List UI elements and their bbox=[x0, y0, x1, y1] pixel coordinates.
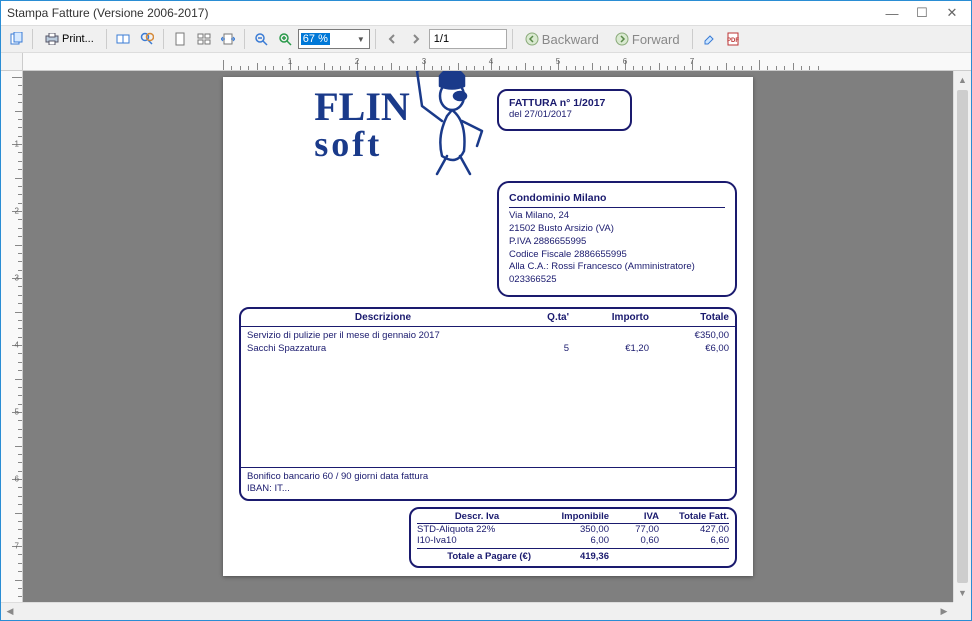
prev-page-button[interactable] bbox=[381, 28, 403, 50]
zoom-value: 67 % bbox=[301, 33, 330, 45]
maximize-button[interactable]: ☐ bbox=[907, 2, 937, 24]
scroll-thumb[interactable] bbox=[957, 90, 968, 583]
backward-button[interactable]: Backward bbox=[518, 28, 606, 50]
horizontal-ruler: 1234567 bbox=[23, 53, 971, 71]
fit-width-icon[interactable] bbox=[217, 28, 239, 50]
vertical-ruler: 1234567 bbox=[1, 71, 23, 602]
scroll-right-icon[interactable]: ▶ bbox=[935, 606, 953, 617]
scroll-down-icon[interactable]: ▼ bbox=[954, 584, 971, 602]
multi-page-icon[interactable] bbox=[193, 28, 215, 50]
close-button[interactable]: ✕ bbox=[937, 2, 967, 24]
payment-line-2: IBAN: IT... bbox=[247, 483, 729, 495]
minimize-button[interactable]: — bbox=[877, 2, 907, 24]
vat-total-label: Totale a Pagare (€) bbox=[417, 551, 537, 562]
th-desc: Descrizione bbox=[247, 312, 519, 323]
vat-th-iva: IVA bbox=[609, 511, 659, 522]
vat-total-value: 419,36 bbox=[537, 551, 609, 562]
find-icon[interactable] bbox=[136, 28, 158, 50]
th-imp: Importo bbox=[569, 312, 649, 323]
ruler-corner bbox=[1, 53, 23, 71]
invoice-page: FLIN bbox=[223, 77, 753, 576]
client-piva: P.IVA 2886655995 bbox=[509, 236, 725, 249]
zoom-select[interactable]: 67 % ▼ bbox=[298, 29, 370, 49]
single-page-icon[interactable] bbox=[169, 28, 191, 50]
invoice-number-box: FATTURA n° 1/2017 del 27/01/2017 bbox=[497, 89, 632, 131]
viewport: 1234567 1234567 FLIN bbox=[1, 53, 971, 620]
next-page-button[interactable] bbox=[405, 28, 427, 50]
scroll-up-icon[interactable]: ▲ bbox=[954, 71, 971, 89]
table-row: I10-Iva106,000,606,60 bbox=[417, 535, 729, 546]
vat-th-desc: Descr. Iva bbox=[417, 511, 537, 522]
duplicate-icon[interactable] bbox=[112, 28, 134, 50]
print-label: Print... bbox=[62, 33, 94, 45]
client-phone: 023366525 bbox=[509, 274, 725, 287]
invoice-number: FATTURA n° 1/2017 bbox=[509, 97, 620, 109]
horizontal-scrollbar[interactable]: ◀ ▶ bbox=[1, 602, 953, 620]
svg-text:PDF: PDF bbox=[727, 38, 739, 44]
zoom-in-icon[interactable] bbox=[274, 28, 296, 50]
forward-label: Forward bbox=[632, 32, 680, 47]
vat-th-base: Imponibile bbox=[537, 511, 609, 522]
pdf-icon[interactable]: PDF bbox=[722, 28, 744, 50]
client-cf: Codice Fiscale 2886655995 bbox=[509, 249, 725, 262]
scroll-corner bbox=[953, 602, 971, 620]
client-addr: Via Milano, 24 bbox=[509, 210, 725, 223]
table-row: Servizio di pulizie per il mese di genna… bbox=[247, 329, 729, 342]
page-value: 1/1 bbox=[434, 33, 449, 45]
th-qty: Q.ta' bbox=[519, 312, 569, 323]
zoom-out-icon[interactable] bbox=[250, 28, 272, 50]
print-button[interactable]: Print... bbox=[38, 28, 101, 50]
logo: FLIN bbox=[314, 89, 410, 161]
client-city: 21502 Busto Arsizio (VA) bbox=[509, 223, 725, 236]
scroll-left-icon[interactable]: ◀ bbox=[1, 606, 19, 617]
payment-line-1: Bonifico bancario 60 / 90 giorni data fa… bbox=[247, 471, 729, 483]
vertical-scrollbar[interactable]: ▲ ▼ bbox=[953, 71, 971, 602]
th-tot: Totale bbox=[649, 312, 729, 323]
client-box: Condominio Milano Via Milano, 24 21502 B… bbox=[497, 181, 737, 297]
page-input[interactable]: 1/1 bbox=[429, 29, 507, 49]
vat-th-tot: Totale Fatt. bbox=[659, 511, 729, 522]
toolbar: Print... 67 % ▼ 1/1 Backward Forward PDF bbox=[1, 25, 971, 53]
client-name: Condominio Milano bbox=[509, 191, 725, 205]
table-row: STD-Aliquota 22%350,0077,00427,00 bbox=[417, 524, 729, 535]
copy-icon[interactable] bbox=[5, 28, 27, 50]
forward-button[interactable]: Forward bbox=[608, 28, 687, 50]
backward-label: Backward bbox=[542, 32, 599, 47]
table-row: Sacchi Spazzatura5€1,20€6,00 bbox=[247, 342, 729, 355]
invoice-date: del 27/01/2017 bbox=[509, 109, 620, 120]
preview-canvas[interactable]: FLIN bbox=[23, 71, 953, 602]
vat-table: Descr. Iva Imponibile IVA Totale Fatt. S… bbox=[409, 507, 737, 568]
window-title: Stampa Fatture (Versione 2006-2017) bbox=[5, 6, 877, 20]
titlebar: Stampa Fatture (Versione 2006-2017) — ☐ … bbox=[1, 1, 971, 25]
client-attn: Alla C.A.: Rossi Francesco (Amministrato… bbox=[509, 261, 725, 274]
eraser-icon[interactable] bbox=[698, 28, 720, 50]
chevron-down-icon: ▼ bbox=[355, 35, 367, 44]
items-table: Descrizione Q.ta' Importo Totale Servizi… bbox=[239, 307, 737, 501]
